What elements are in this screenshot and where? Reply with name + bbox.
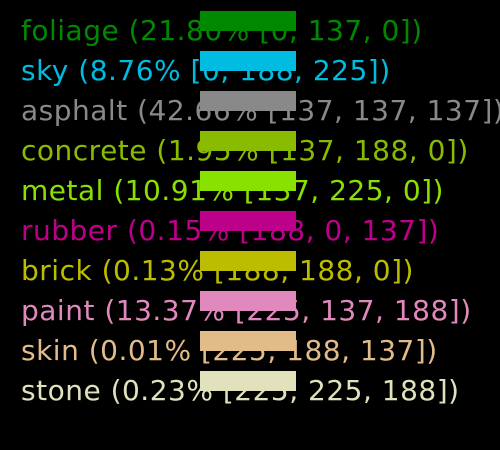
- color-swatch: [200, 131, 296, 151]
- legend-row-brick: brick (0.13% [188, 188, 0]): [0, 251, 500, 291]
- color-swatch: [200, 51, 296, 71]
- color-swatch: [200, 331, 296, 351]
- color-swatch: [200, 211, 296, 231]
- legend-row-stone: stone (0.23% [225, 225, 188]): [0, 371, 500, 411]
- legend-row-skin: skin (0.01% [225, 188, 137]): [0, 331, 500, 371]
- legend-row-concrete: concrete (1.95% [137, 188, 0]): [0, 131, 500, 171]
- legend-row-sky: sky (8.76% [0, 188, 225]): [0, 51, 500, 91]
- class-legend: foliage (21.80% [0, 137, 0]) sky (8.76% …: [0, 0, 500, 450]
- color-swatch: [200, 91, 296, 111]
- legend-row-asphalt: asphalt (42.66% [137, 137, 137]): [0, 91, 500, 131]
- color-swatch: [200, 171, 296, 191]
- legend-row-metal: metal (10.91% [137, 225, 0]): [0, 171, 500, 211]
- legend-row-paint: paint (13.37% [225, 137, 188]): [0, 291, 500, 331]
- legend-row-rubber: rubber (0.15% [188, 0, 137]): [0, 211, 500, 251]
- color-swatch: [200, 371, 296, 391]
- color-swatch: [200, 251, 296, 271]
- legend-row-foliage: foliage (21.80% [0, 137, 0]): [0, 11, 500, 51]
- color-swatch: [200, 11, 296, 31]
- color-swatch: [200, 291, 296, 311]
